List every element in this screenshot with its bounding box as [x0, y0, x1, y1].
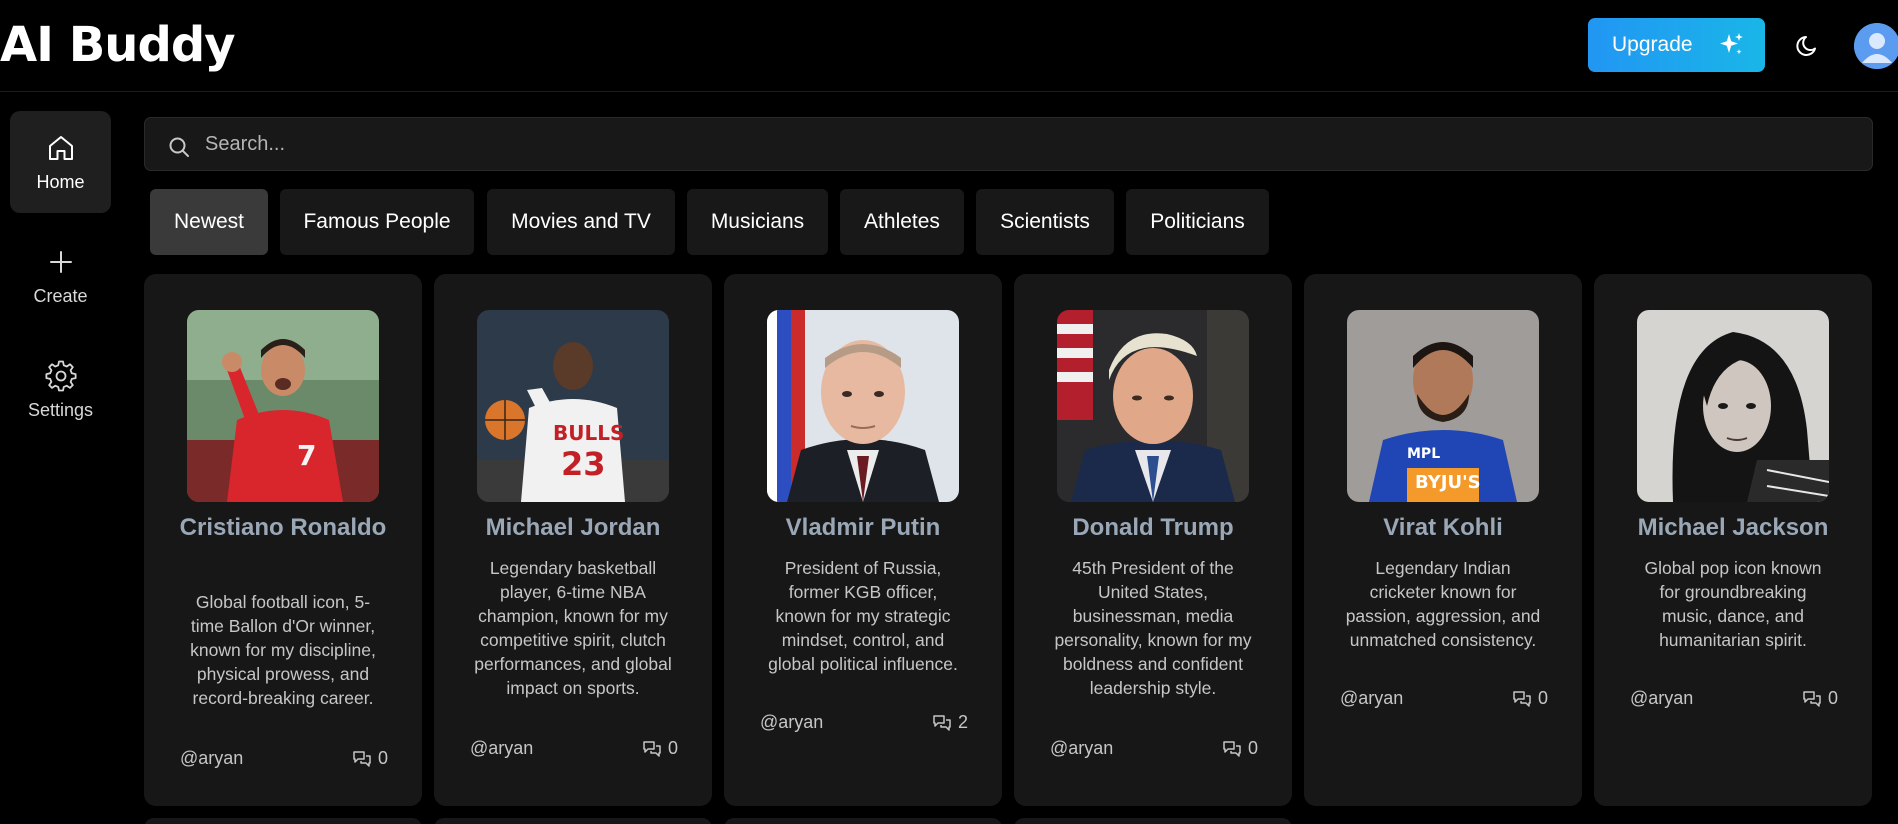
character-name: Vladmir Putin [785, 514, 941, 541]
search-bar[interactable] [144, 117, 1873, 171]
top-header: AI Buddy Upgrade [0, 0, 1898, 92]
character-name: Donald Trump [1072, 514, 1234, 541]
character-card[interactable]: Michael Jackson Global pop icon known fo… [1594, 274, 1872, 806]
gear-icon [45, 360, 76, 391]
messages-icon [933, 714, 951, 731]
author-handle: @aryan [1340, 688, 1404, 708]
messages-icon [643, 740, 661, 757]
chat-count: 0 [1802, 688, 1838, 709]
character-avatar [1057, 310, 1249, 502]
chat-count: 0 [1512, 688, 1548, 709]
chat-count-value: 0 [1827, 688, 1838, 708]
character-name: Michael Jordan [485, 514, 661, 541]
svg-text:MPL: MPL [1407, 446, 1440, 462]
chat-count-value: 2 [957, 712, 968, 732]
card-footer: @aryan 0 [1340, 688, 1548, 712]
upgrade-button[interactable]: Upgrade [1588, 18, 1765, 72]
character-avatar [767, 310, 959, 502]
messages-icon [1803, 690, 1821, 707]
chat-count-value: 0 [667, 738, 678, 758]
sidebar-item-label: Create [33, 285, 88, 306]
svg-text:BULLS: BULLS [553, 421, 624, 445]
tab-movies-and-tv[interactable]: Movies and TV [487, 189, 675, 255]
user-avatar[interactable] [1854, 23, 1898, 69]
author-handle: @aryan [1050, 738, 1114, 758]
chat-count: 0 [1222, 738, 1258, 759]
character-card-partial[interactable] [1014, 818, 1292, 824]
character-avatar [1637, 310, 1829, 502]
character-card[interactable]: 7 Cristiano Ronaldo Global football icon… [144, 274, 422, 806]
messages-icon [353, 750, 371, 767]
sidebar-item-label: Settings [27, 399, 94, 420]
character-description: Legendary basketball player, 6-time NBA … [474, 558, 672, 698]
character-card[interactable]: BULLS 23 Michael Jordan Legendary basket… [434, 274, 712, 806]
home-icon [48, 135, 73, 160]
svg-text:23: 23 [561, 445, 606, 483]
sparkles-icon [1720, 33, 1743, 55]
chat-count: 2 [932, 712, 968, 733]
sidebar-item-label: Home [36, 171, 85, 192]
character-avatar: 7 [187, 310, 379, 502]
svg-text:BYJU'S: BYJU'S [1415, 472, 1481, 493]
character-description: President of Russia, former KGB officer,… [768, 558, 958, 674]
search-input[interactable] [205, 118, 1845, 170]
author-handle: @aryan [760, 712, 824, 732]
sidebar-item-create[interactable]: Create [10, 225, 111, 327]
author-handle: @aryan [1630, 688, 1694, 708]
tab-politicians[interactable]: Politicians [1126, 189, 1269, 255]
character-card[interactable]: Donald Trump 45th President of the Unite… [1014, 274, 1292, 806]
character-card-partial[interactable] [144, 818, 422, 824]
card-footer: @aryan 0 [1050, 738, 1258, 762]
card-footer: @aryan 0 [1630, 688, 1838, 712]
chat-count-value: 0 [377, 748, 388, 768]
character-description: Legendary Indian cricketer known for pas… [1345, 558, 1541, 650]
user-icon [1854, 23, 1898, 69]
tab-athletes[interactable]: Athletes [840, 189, 964, 255]
messages-icon [1513, 690, 1531, 707]
character-card-partial[interactable] [434, 818, 712, 824]
character-avatar: MPL BYJU'S [1347, 310, 1539, 502]
character-card-partial[interactable] [724, 818, 1002, 824]
app-logo[interactable]: AI Buddy [0, 16, 235, 74]
messages-icon [1223, 740, 1241, 757]
svg-text:7: 7 [297, 439, 316, 472]
search-icon [169, 137, 189, 157]
chat-count-value: 0 [1247, 738, 1258, 758]
character-name: Virat Kohli [1383, 514, 1503, 541]
character-name: Michael Jackson [1637, 514, 1829, 541]
card-footer: @aryan 0 [180, 748, 388, 772]
character-avatar: BULLS 23 [477, 310, 669, 502]
tab-famous-people[interactable]: Famous People [280, 189, 474, 255]
character-description: Global pop icon known for groundbreaking… [1644, 558, 1822, 650]
card-footer: @aryan 2 [760, 712, 968, 736]
moon-icon[interactable] [1794, 30, 1824, 60]
character-card[interactable]: MPL BYJU'S Virat Kohli Legendary Indian … [1304, 274, 1582, 806]
sidebar-item-settings[interactable]: Settings [10, 339, 111, 441]
tab-newest[interactable]: Newest [150, 189, 268, 255]
character-name: Cristiano Ronaldo [179, 514, 387, 541]
plus-icon [49, 250, 72, 273]
chat-count-value: 0 [1537, 688, 1548, 708]
sidebar: Home Create Settings [0, 93, 130, 824]
character-description: Global football icon, 5-time Ballon d'Or… [190, 592, 376, 708]
character-card[interactable]: Vladmir Putin President of Russia, forme… [724, 274, 1002, 806]
tab-scientists[interactable]: Scientists [976, 189, 1114, 255]
chat-count: 0 [352, 748, 388, 769]
chat-count: 0 [642, 738, 678, 759]
author-handle: @aryan [470, 738, 534, 758]
tab-musicians[interactable]: Musicians [687, 189, 828, 255]
sidebar-item-home[interactable]: Home [10, 111, 111, 213]
character-description: 45th President of the United States, bus… [1054, 558, 1252, 698]
author-handle: @aryan [180, 748, 244, 768]
card-footer: @aryan 0 [470, 738, 678, 762]
upgrade-label: Upgrade [1612, 33, 1693, 56]
